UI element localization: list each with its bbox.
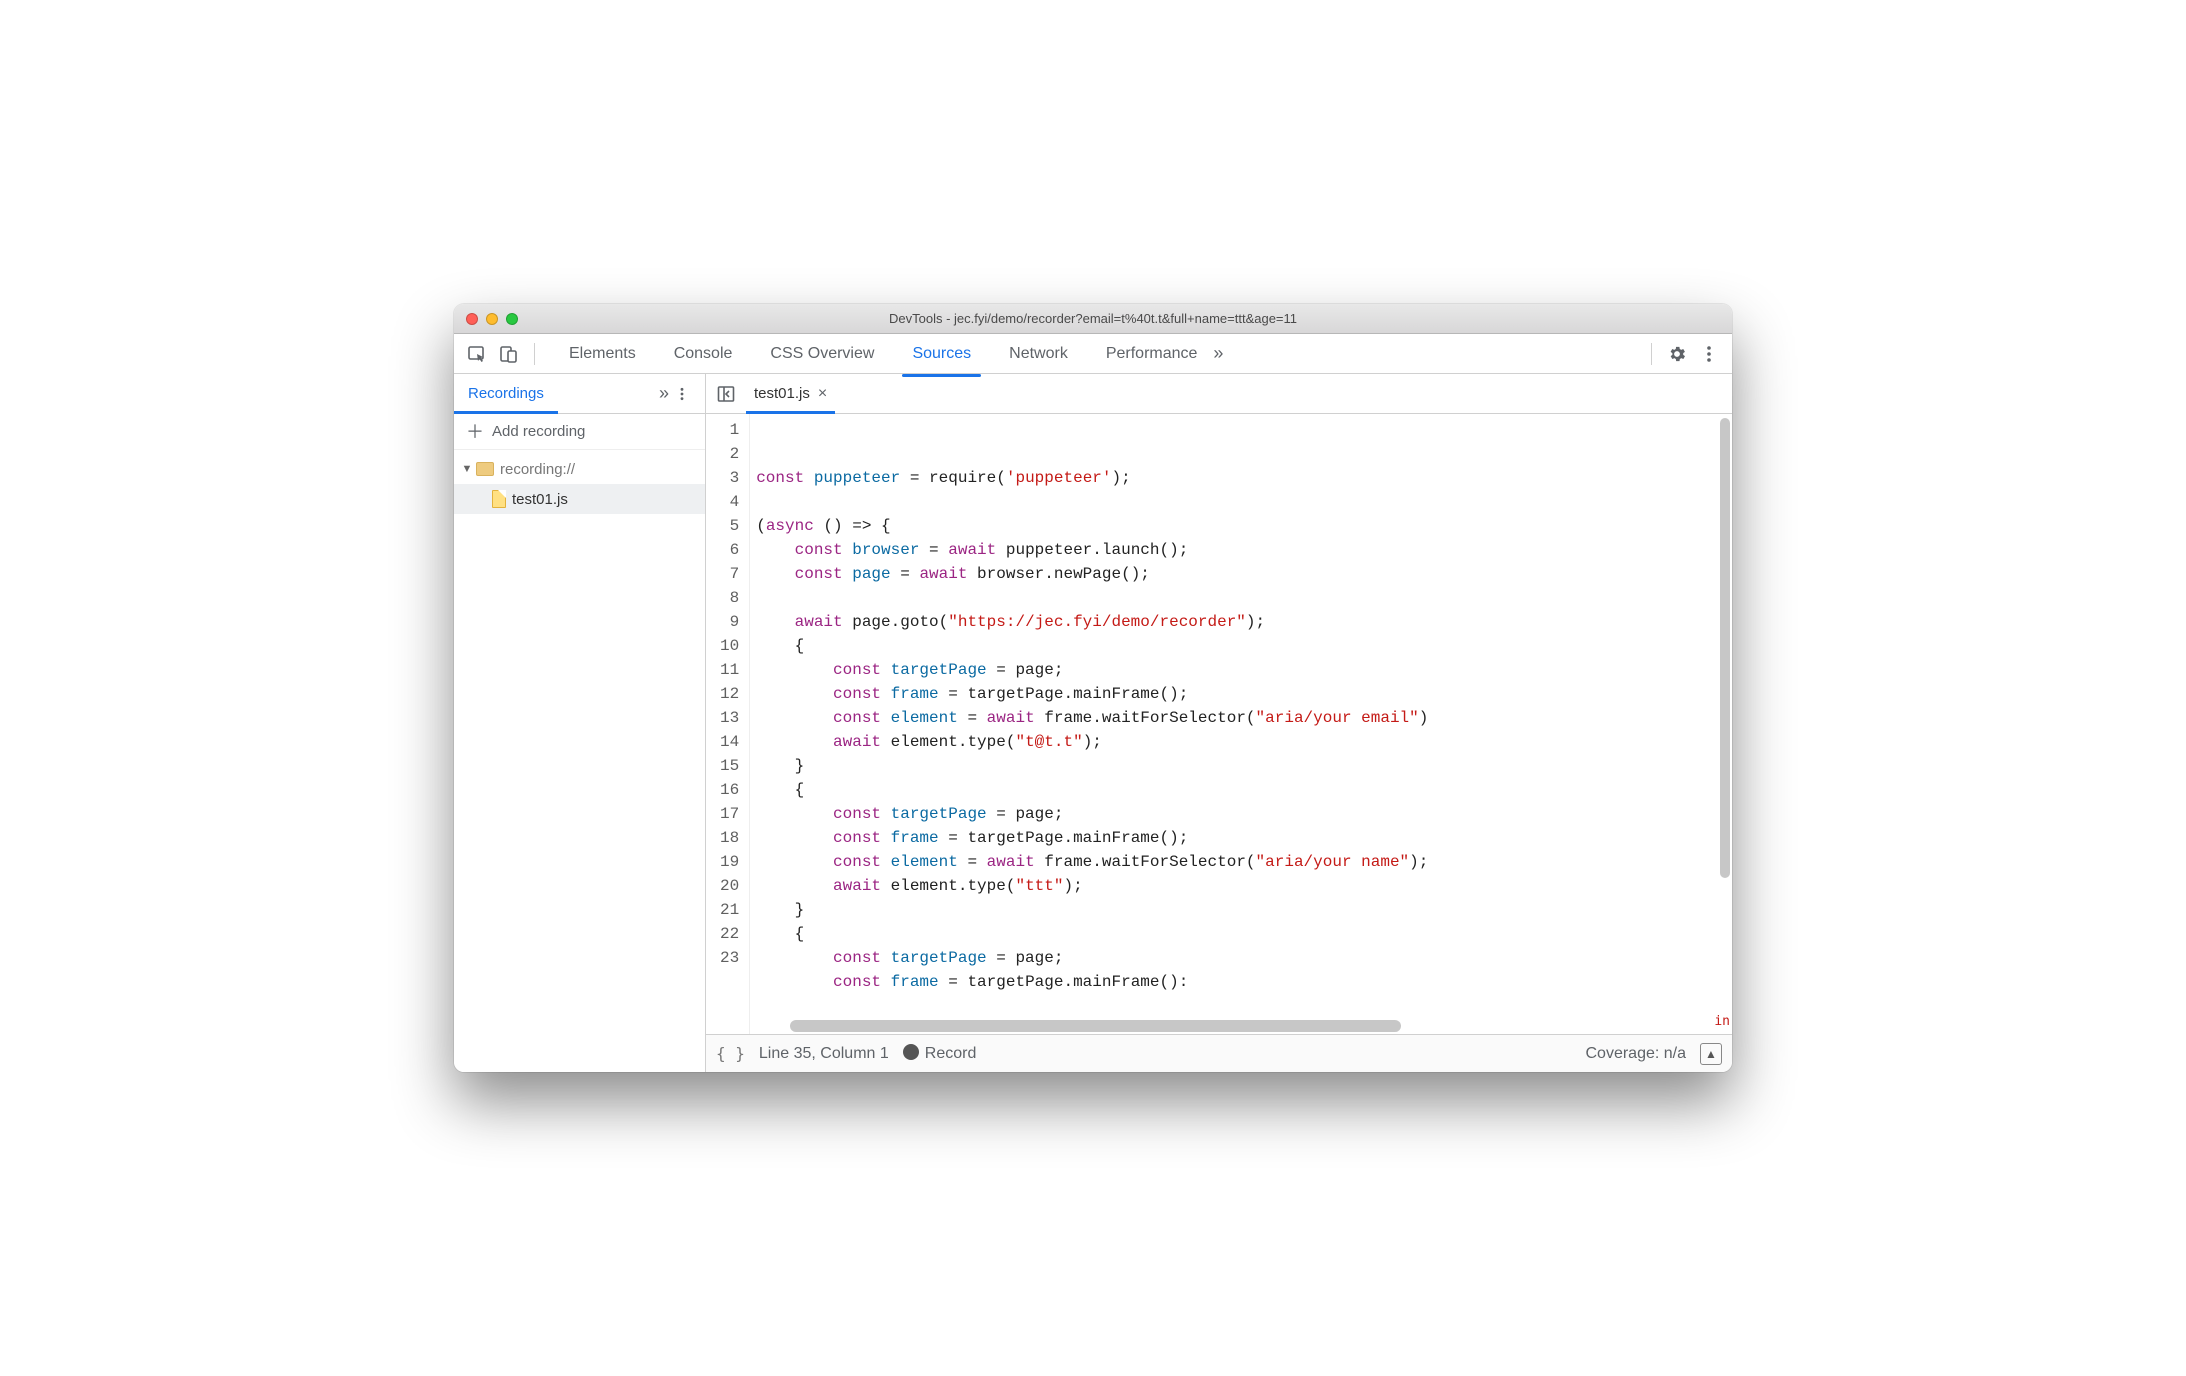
code-editor[interactable]: 1234567891011121314151617181920212223 co…	[706, 414, 1732, 1034]
main-tab-performance[interactable]: Performance	[1102, 337, 1202, 371]
main-tab-network[interactable]: Network	[1005, 337, 1072, 371]
cursor-position: Line 35, Column 1	[759, 1045, 889, 1063]
code-line[interactable]: {	[756, 922, 1732, 946]
code-line[interactable]: {	[756, 778, 1732, 802]
sidebar: Recordings » ＋ Add recording ▼ recording…	[454, 374, 706, 1072]
sidebar-header: Recordings »	[454, 374, 705, 414]
sidebar-options-icon[interactable]	[675, 387, 697, 401]
zoom-window-button[interactable]	[506, 313, 518, 325]
truncated-text: in	[1714, 1010, 1730, 1034]
code-line[interactable]: const frame = targetPage.mainFrame():	[756, 970, 1732, 994]
minimize-window-button[interactable]	[486, 313, 498, 325]
disclosure-triangle-icon[interactable]: ▼	[460, 463, 474, 475]
code-line[interactable]: await page.goto("https://jec.fyi/demo/re…	[756, 610, 1732, 634]
navigator-toggle-icon[interactable]	[714, 382, 738, 406]
separator	[1651, 343, 1652, 365]
code-line[interactable]: const targetPage = page;	[756, 802, 1732, 826]
code-line[interactable]	[756, 490, 1732, 514]
plus-icon: ＋	[466, 423, 484, 441]
horizontal-scrollbar[interactable]	[790, 1020, 1716, 1032]
statusbar: { } Line 35, Column 1 Record Coverage: n…	[706, 1034, 1732, 1072]
code-line[interactable]: const page = await browser.newPage();	[756, 562, 1732, 586]
coverage-status: Coverage: n/a	[1585, 1045, 1686, 1063]
editor-tabbar: test01.js ×	[706, 374, 1732, 414]
main-tab-console[interactable]: Console	[670, 337, 737, 371]
body: Recordings » ＋ Add recording ▼ recording…	[454, 374, 1732, 1072]
collapse-bottom-icon[interactable]: ▲	[1700, 1043, 1722, 1065]
code-line[interactable]: }	[756, 754, 1732, 778]
tree-folder-row[interactable]: ▼ recording://	[454, 454, 705, 484]
file-icon	[492, 490, 506, 508]
titlebar: DevTools - jec.fyi/demo/recorder?email=t…	[454, 304, 1732, 334]
main-tab-sources[interactable]: Sources	[908, 337, 975, 371]
close-window-button[interactable]	[466, 313, 478, 325]
inspect-element-icon[interactable]	[464, 341, 490, 367]
code-line[interactable]: const targetPage = page;	[756, 946, 1732, 970]
tree-file-row[interactable]: test01.js	[454, 484, 705, 514]
code-line[interactable]	[756, 586, 1732, 610]
main-tabset: Elements Console CSS Overview Sources Networ…	[565, 337, 1201, 371]
main-toolbar: Elements Console CSS Overview Sources Networ…	[454, 334, 1732, 374]
file-tree: ▼ recording:// test01.js	[454, 450, 705, 518]
editor-area: test01.js × 1234567891011121314151617181…	[706, 374, 1732, 1072]
code-line[interactable]: const browser = await puppeteer.launch()…	[756, 538, 1732, 562]
separator	[534, 343, 535, 365]
add-recording-label: Add recording	[492, 423, 585, 440]
main-tab-css-overview[interactable]: CSS Overview	[766, 337, 878, 371]
pretty-print-icon[interactable]: { }	[716, 1044, 745, 1063]
main-tab-elements[interactable]: Elements	[565, 337, 640, 371]
code-line[interactable]: (async () => {	[756, 514, 1732, 538]
editor-tab-label: test01.js	[754, 385, 810, 402]
close-tab-icon[interactable]: ×	[818, 385, 827, 403]
code-line[interactable]: }	[756, 898, 1732, 922]
line-gutter: 1234567891011121314151617181920212223	[706, 414, 750, 1034]
traffic-lights	[466, 313, 518, 325]
file-label: test01.js	[512, 491, 568, 508]
sidebar-tab-recordings[interactable]: Recordings	[454, 374, 558, 413]
code-line[interactable]: const element = await frame.waitForSelec…	[756, 706, 1732, 730]
window-title: DevTools - jec.fyi/demo/recorder?email=t…	[889, 311, 1297, 326]
more-tabs-icon[interactable]: »	[1207, 343, 1229, 364]
editor-tab[interactable]: test01.js ×	[746, 374, 835, 413]
code-line[interactable]: const targetPage = page;	[756, 658, 1732, 682]
code-line[interactable]: const frame = targetPage.mainFrame();	[756, 826, 1732, 850]
devtools-window: DevTools - jec.fyi/demo/recorder?email=t…	[454, 304, 1732, 1072]
device-toggle-icon[interactable]	[496, 341, 522, 367]
code-line[interactable]: await element.type("ttt");	[756, 874, 1732, 898]
settings-gear-icon[interactable]	[1664, 341, 1690, 367]
record-button[interactable]: Record	[903, 1044, 977, 1063]
folder-icon	[476, 462, 494, 476]
vertical-scrollbar[interactable]	[1720, 418, 1730, 1008]
code-line[interactable]: await element.type("t@t.t");	[756, 730, 1732, 754]
code-line[interactable]: const frame = targetPage.mainFrame();	[756, 682, 1732, 706]
sidebar-more-tabs-icon[interactable]: »	[653, 383, 675, 404]
record-dot-icon	[903, 1044, 919, 1060]
code-line[interactable]: {	[756, 634, 1732, 658]
code-line[interactable]: const element = await frame.waitForSelec…	[756, 850, 1732, 874]
folder-label: recording://	[500, 461, 575, 478]
code-content[interactable]: const puppeteer = require('puppeteer'); …	[750, 414, 1732, 1034]
add-recording-button[interactable]: ＋ Add recording	[454, 414, 705, 450]
code-line[interactable]: const puppeteer = require('puppeteer');	[756, 466, 1732, 490]
more-options-icon[interactable]	[1696, 341, 1722, 367]
